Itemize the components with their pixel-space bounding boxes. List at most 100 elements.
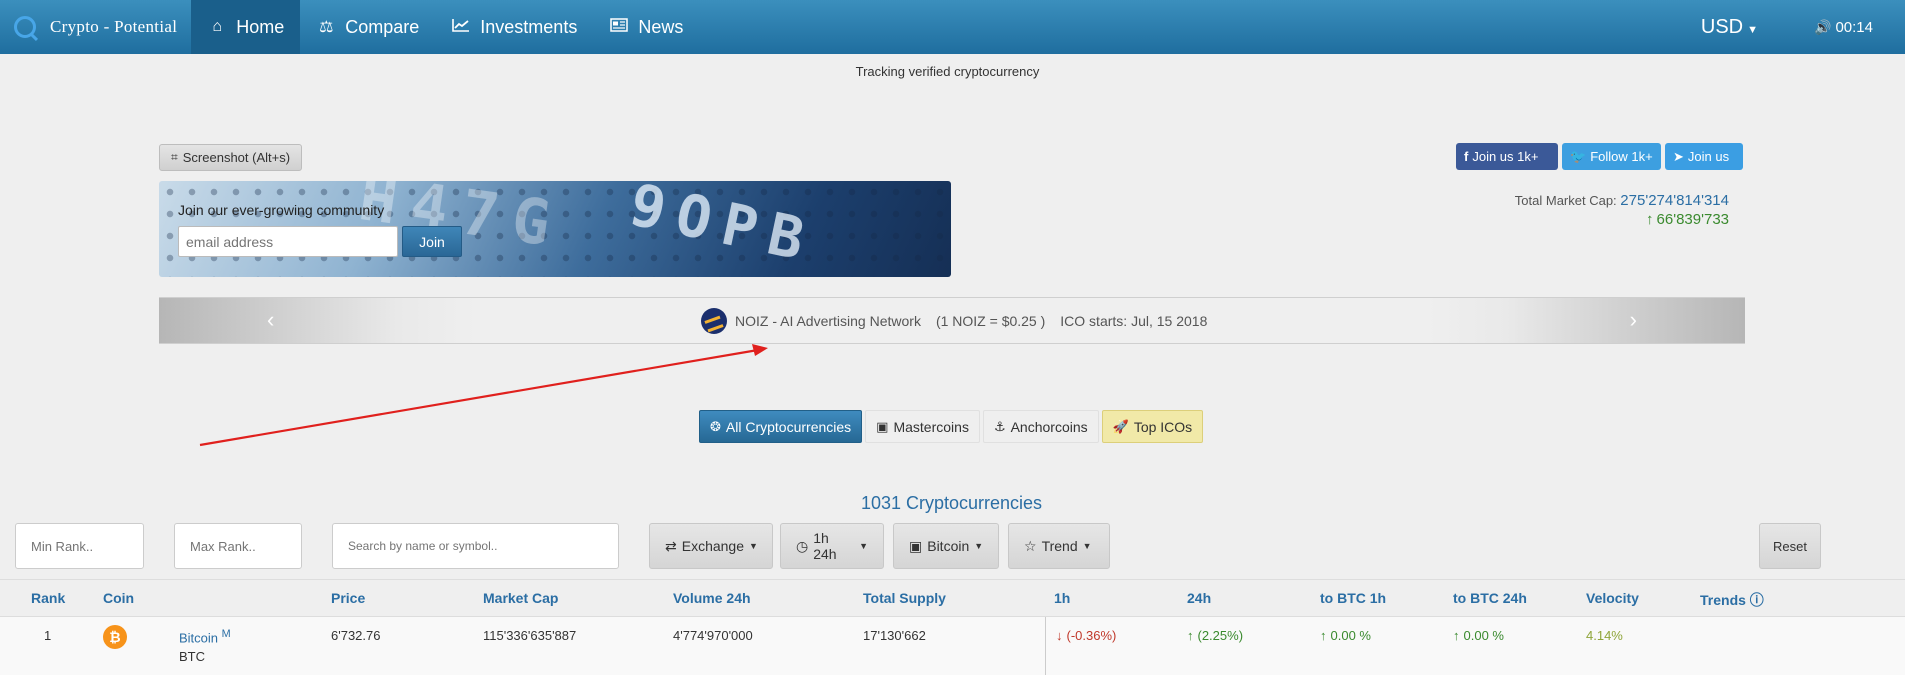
- trend-dropdown[interactable]: ☆ Trend ▼: [1008, 523, 1110, 569]
- email-input[interactable]: [178, 226, 398, 257]
- max-rank-input[interactable]: [174, 523, 302, 569]
- base-currency-dropdown[interactable]: ▣ Bitcoin ▼: [893, 523, 999, 569]
- coins-icon: ❂: [710, 418, 721, 434]
- screenshot-button-label: Screenshot (Alt+s): [182, 150, 291, 165]
- tab-label: Top ICOs: [1133, 418, 1193, 435]
- table-row[interactable]: 1 ₿ Bitcoin M BTC 6'732.76 115'336'635'8…: [0, 617, 1905, 675]
- ico-carousel: ‹ NOIZ - AI Advertising Network (1 NOIZ …: [159, 297, 1745, 344]
- exchange-label: Exchange: [681, 538, 745, 554]
- tab-top-icos[interactable]: 🚀 Top ICOs: [1101, 410, 1204, 443]
- nav-compare[interactable]: ⚖ Compare: [300, 0, 435, 54]
- column-header-price[interactable]: Price: [331, 590, 365, 606]
- reset-button[interactable]: Reset: [1759, 523, 1821, 569]
- exchange-dropdown[interactable]: ⇄ Exchange ▼: [649, 523, 773, 569]
- column-header-market-cap[interactable]: Market Cap: [483, 590, 558, 606]
- column-header-24h[interactable]: 24h: [1187, 590, 1211, 606]
- top-navbar: Crypto - Potential ⌂ Home ⚖ Compare Inve…: [0, 0, 1905, 54]
- crop-icon: ⌗: [171, 150, 178, 164]
- tab-mastercoins[interactable]: ▣ Mastercoins: [865, 410, 980, 443]
- column-header-volume[interactable]: Volume 24h: [673, 590, 751, 606]
- community-label: Join our ever-growing community: [178, 202, 385, 218]
- arrow-up-icon: ↑: [1646, 211, 1654, 228]
- nav-news[interactable]: News: [593, 0, 699, 54]
- arrow-up-icon: ↑: [1320, 628, 1327, 643]
- brand-logo-icon: [14, 16, 36, 38]
- join-button[interactable]: Join: [402, 226, 462, 257]
- tab-label: Anchorcoins: [1010, 418, 1088, 435]
- clock-time: 00:14: [1835, 18, 1873, 36]
- nav-home[interactable]: ⌂ Home: [191, 0, 301, 54]
- cell-coin-symbol: BTC: [179, 649, 205, 664]
- column-header-to-btc-1h[interactable]: to BTC 1h: [1320, 590, 1386, 606]
- exchange-icon: ⇄: [665, 537, 677, 554]
- community-banner: H47G 9OPB Join our ever-growing communit…: [159, 181, 951, 277]
- column-header-total-supply[interactable]: Total Supply: [863, 590, 946, 606]
- nav-investments-label: Investments: [480, 16, 578, 37]
- currency-value: USD: [1700, 15, 1744, 38]
- market-cap-change: ↑ 66'839'733: [1515, 211, 1729, 228]
- column-header-to-btc-24h[interactable]: to BTC 24h: [1453, 590, 1527, 606]
- nav-investments[interactable]: Investments: [435, 0, 593, 54]
- cube-icon: ▣: [876, 418, 889, 434]
- telegram-join-button[interactable]: ➤ Join us: [1665, 143, 1743, 170]
- cell-to-btc-1h: ↑ 0.00 %: [1320, 628, 1371, 643]
- cell-price: 6'732.76: [331, 628, 381, 643]
- chevron-right-icon[interactable]: ›: [1630, 307, 1637, 333]
- caret-down-icon: ▼: [749, 541, 758, 551]
- caret-down-icon: ▼: [859, 541, 868, 551]
- brand[interactable]: Crypto - Potential: [0, 0, 191, 54]
- twitter-follow-button[interactable]: 🐦 Follow 1k+: [1562, 143, 1661, 170]
- cell-to-btc-24h: ↑ 0.00 %: [1453, 628, 1504, 643]
- star-icon: ☆: [1024, 537, 1037, 554]
- bitcoin-icon: ₿: [103, 625, 127, 649]
- sound-toggle[interactable]: 🔊 00:14: [1814, 19, 1873, 36]
- tab-label: All Cryptocurrencies: [725, 418, 852, 435]
- tab-anchorcoins[interactable]: ⚓ Anchorcoins: [982, 410, 1099, 443]
- info-icon[interactable]: ⓘ: [1750, 592, 1764, 608]
- ico-rate: (1 NOIZ = $0.25 ): [935, 313, 1046, 329]
- category-tabs: ❂ All Cryptocurrencies ▣ Mastercoins ⚓ A…: [699, 410, 1206, 443]
- ico-slide[interactable]: NOIZ - AI Advertising Network (1 NOIZ = …: [701, 308, 1207, 334]
- column-header-1h[interactable]: 1h: [1054, 590, 1070, 606]
- line-chart-icon: [451, 18, 471, 37]
- arrow-up-icon: ↑: [1453, 628, 1460, 643]
- timeframe-dropdown[interactable]: ◷ 1h 24h ▼: [780, 523, 884, 569]
- facebook-join-button[interactable]: f Join us 1k+: [1456, 143, 1558, 170]
- cell-change-24h: ↑ (2.25%): [1187, 628, 1243, 643]
- to-btc-24h-value: 0.00 %: [1463, 628, 1504, 643]
- screenshot-button[interactable]: ⌗ Screenshot (Alt+s): [159, 144, 303, 171]
- min-rank-input[interactable]: [15, 523, 144, 569]
- tab-all-cryptocurrencies[interactable]: ❂ All Cryptocurrencies: [699, 410, 863, 443]
- telegram-label: Join us: [1687, 149, 1730, 164]
- chevron-left-icon[interactable]: ‹: [267, 307, 274, 333]
- column-header-rank[interactable]: Rank: [31, 590, 65, 606]
- noiz-logo-icon: [701, 308, 727, 334]
- column-header-velocity[interactable]: Velocity: [1586, 590, 1639, 606]
- mastercoin-badge: M: [221, 628, 231, 640]
- ico-start: ICO starts: Jul, 15 2018: [1060, 313, 1208, 329]
- trends-header-label: Trends: [1700, 592, 1746, 608]
- cell-coin-name[interactable]: Bitcoin M: [179, 628, 231, 645]
- banner-background-glyphs: 9OPB: [623, 181, 822, 276]
- volume-icon: 🔊: [1814, 18, 1832, 35]
- column-header-coin[interactable]: Coin: [103, 590, 134, 606]
- twitter-label: Follow 1k+: [1590, 149, 1653, 164]
- market-cap-change-value: 66'839'733: [1656, 211, 1729, 228]
- caret-down-icon: ▼: [974, 541, 984, 551]
- table-header: Rank Coin Price Market Cap Volume 24h To…: [0, 579, 1905, 617]
- scale-icon: ⚖: [319, 19, 334, 36]
- currency-dropdown[interactable]: USD ▼: [1701, 16, 1758, 39]
- column-header-trends[interactable]: Trends ⓘ: [1700, 590, 1764, 610]
- clock-icon: ◷: [796, 537, 809, 554]
- cell-volume: 4'774'970'000: [673, 628, 753, 643]
- change-1h-value: (-0.36%): [1066, 628, 1117, 643]
- rocket-icon: 🚀: [1112, 418, 1129, 434]
- cell-market-cap: 115'336'635'887: [483, 628, 577, 643]
- change-24h-value: (2.25%): [1197, 628, 1244, 643]
- caret-down-icon: ▼: [1747, 23, 1759, 36]
- twitter-icon: 🐦: [1570, 148, 1587, 164]
- search-input[interactable]: [332, 523, 619, 569]
- anchor-icon: ⚓: [993, 418, 1006, 434]
- arrow-up-icon: ↑: [1187, 628, 1194, 643]
- facebook-icon: f: [1464, 149, 1469, 164]
